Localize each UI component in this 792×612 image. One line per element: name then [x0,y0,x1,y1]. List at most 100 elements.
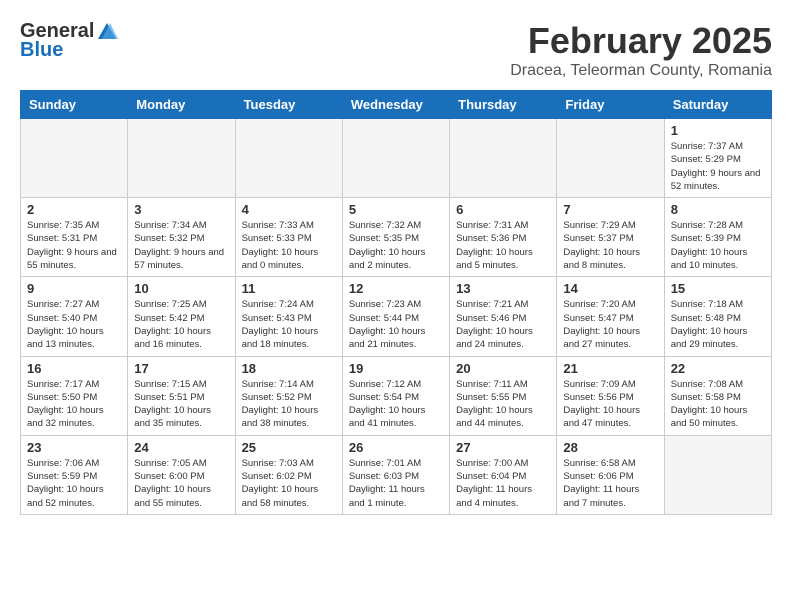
calendar-week-row: 1 Sunrise: 7:37 AM Sunset: 5:29 PM Daylig… [21,119,772,198]
day-info: Sunrise: 7:27 AM Sunset: 5:40 PM Dayligh… [27,298,121,351]
day-number: 22 [671,361,765,376]
day-number: 28 [563,440,657,455]
day-info: Sunrise: 7:15 AM Sunset: 5:51 PM Dayligh… [134,378,228,431]
day-info: Sunrise: 7:12 AM Sunset: 5:54 PM Dayligh… [349,378,443,431]
day-number: 20 [456,361,550,376]
weekday-header-row: Sunday Monday Tuesday Wednesday Thursday… [21,91,772,119]
calendar-day-cell: 19 Sunrise: 7:12 AM Sunset: 5:54 PM Dayli… [342,356,449,435]
header-friday: Friday [557,91,664,119]
header-monday: Monday [128,91,235,119]
calendar-day-cell: 6Sunrise: 7:31 AM Sunset: 5:36 PM Daylig… [450,198,557,277]
day-number: 13 [456,281,550,296]
calendar-day-cell [450,119,557,198]
logo: General Blue [20,20,118,62]
day-info: Sunrise: 7:06 AM Sunset: 5:59 PM Dayligh… [27,457,121,510]
calendar-day-cell: 22 Sunrise: 7:08 AM Sunset: 5:58 PM Dayli… [664,356,771,435]
day-number: 3 [134,202,228,217]
calendar-day-cell: 15 Sunrise: 7:18 AM Sunset: 5:48 PM Dayli… [664,277,771,356]
header-thursday: Thursday [450,91,557,119]
day-info: Sunrise: 7:24 AM Sunset: 5:43 PM Dayligh… [242,298,336,351]
calendar-title: February 2025 [510,20,772,62]
day-number: 23 [27,440,121,455]
day-info: Sunrise: 7:09 AM Sunset: 5:56 PM Dayligh… [563,378,657,431]
calendar-week-row: 23 Sunrise: 7:06 AM Sunset: 5:59 PM Dayli… [21,435,772,514]
day-number: 15 [671,281,765,296]
day-number: 19 [349,361,443,376]
day-info: Sunrise: 7:08 AM Sunset: 5:58 PM Dayligh… [671,378,765,431]
calendar-day-cell: 20 Sunrise: 7:11 AM Sunset: 5:55 PM Dayli… [450,356,557,435]
calendar-day-cell [664,435,771,514]
calendar-day-cell: 23 Sunrise: 7:06 AM Sunset: 5:59 PM Dayli… [21,435,128,514]
calendar-day-cell: 25 Sunrise: 7:03 AM Sunset: 6:02 PM Dayli… [235,435,342,514]
header-saturday: Saturday [664,91,771,119]
calendar-day-cell [235,119,342,198]
day-info: Sunrise: 7:18 AM Sunset: 5:48 PM Dayligh… [671,298,765,351]
calendar-day-cell [342,119,449,198]
day-info: Sunrise: 7:00 AM Sunset: 6:04 PM Dayligh… [456,457,550,510]
calendar-week-row: 2Sunrise: 7:35 AM Sunset: 5:31 PM Daylig… [21,198,772,277]
day-info: Sunrise: 7:20 AM Sunset: 5:47 PM Dayligh… [563,298,657,351]
day-info: Sunrise: 7:29 AM Sunset: 5:37 PM Dayligh… [563,219,657,272]
day-number: 11 [242,281,336,296]
logo-icon [96,21,118,43]
day-info: Sunrise: 7:25 AM Sunset: 5:42 PM Dayligh… [134,298,228,351]
calendar-subtitle: Dracea, Teleorman County, Romania [510,62,772,80]
day-number: 17 [134,361,228,376]
day-info: Sunrise: 7:33 AM Sunset: 5:33 PM Dayligh… [242,219,336,272]
day-info: Sunrise: 7:37 AM Sunset: 5:29 PM Dayligh… [671,140,765,193]
header-sunday: Sunday [21,91,128,119]
calendar-day-cell: 8 Sunrise: 7:28 AM Sunset: 5:39 PM Daylig… [664,198,771,277]
day-info: Sunrise: 7:11 AM Sunset: 5:55 PM Dayligh… [456,378,550,431]
calendar-day-cell: 28 Sunrise: 6:58 AM Sunset: 6:06 PM Dayli… [557,435,664,514]
calendar-day-cell: 14 Sunrise: 7:20 AM Sunset: 5:47 PM Dayli… [557,277,664,356]
calendar-day-cell: 4 Sunrise: 7:33 AM Sunset: 5:33 PM Daylig… [235,198,342,277]
header-tuesday: Tuesday [235,91,342,119]
day-info: Sunrise: 7:14 AM Sunset: 5:52 PM Dayligh… [242,378,336,431]
day-number: 24 [134,440,228,455]
calendar-day-cell: 21Sunrise: 7:09 AM Sunset: 5:56 PM Dayli… [557,356,664,435]
day-number: 4 [242,202,336,217]
calendar-day-cell: 10 Sunrise: 7:25 AM Sunset: 5:42 PM Dayli… [128,277,235,356]
calendar-day-cell: 9 Sunrise: 7:27 AM Sunset: 5:40 PM Daylig… [21,277,128,356]
day-info: Sunrise: 7:23 AM Sunset: 5:44 PM Dayligh… [349,298,443,351]
day-number: 1 [671,123,765,138]
day-number: 8 [671,202,765,217]
day-info: Sunrise: 7:28 AM Sunset: 5:39 PM Dayligh… [671,219,765,272]
calendar-week-row: 9 Sunrise: 7:27 AM Sunset: 5:40 PM Daylig… [21,277,772,356]
calendar-day-cell: 17 Sunrise: 7:15 AM Sunset: 5:51 PM Dayli… [128,356,235,435]
day-number: 27 [456,440,550,455]
day-info: Sunrise: 7:21 AM Sunset: 5:46 PM Dayligh… [456,298,550,351]
day-info: Sunrise: 7:17 AM Sunset: 5:50 PM Dayligh… [27,378,121,431]
calendar-day-cell: 24 Sunrise: 7:05 AM Sunset: 6:00 PM Dayli… [128,435,235,514]
day-number: 10 [134,281,228,296]
day-number: 14 [563,281,657,296]
calendar-day-cell: 3 Sunrise: 7:34 AM Sunset: 5:32 PM Daylig… [128,198,235,277]
calendar-day-cell [128,119,235,198]
header-wednesday: Wednesday [342,91,449,119]
calendar-table: Sunday Monday Tuesday Wednesday Thursday… [20,90,772,515]
calendar-day-cell [557,119,664,198]
day-info: Sunrise: 7:31 AM Sunset: 5:36 PM Dayligh… [456,219,550,272]
day-number: 9 [27,281,121,296]
calendar-day-cell: 13 Sunrise: 7:21 AM Sunset: 5:46 PM Dayli… [450,277,557,356]
day-number: 5 [349,202,443,217]
calendar-day-cell: 27 Sunrise: 7:00 AM Sunset: 6:04 PM Dayli… [450,435,557,514]
day-number: 16 [27,361,121,376]
day-info: Sunrise: 6:58 AM Sunset: 6:06 PM Dayligh… [563,457,657,510]
day-info: Sunrise: 7:03 AM Sunset: 6:02 PM Dayligh… [242,457,336,510]
day-info: Sunrise: 7:05 AM Sunset: 6:00 PM Dayligh… [134,457,228,510]
day-info: Sunrise: 7:34 AM Sunset: 5:32 PM Dayligh… [134,219,228,272]
calendar-day-cell: 1 Sunrise: 7:37 AM Sunset: 5:29 PM Daylig… [664,119,771,198]
day-info: Sunrise: 7:32 AM Sunset: 5:35 PM Dayligh… [349,219,443,272]
day-number: 18 [242,361,336,376]
day-number: 26 [349,440,443,455]
day-number: 12 [349,281,443,296]
day-info: Sunrise: 7:01 AM Sunset: 6:03 PM Dayligh… [349,457,443,510]
title-section: February 2025 Dracea, Teleorman County, … [510,20,772,80]
page-header: General Blue February 2025 Dracea, Teleo… [20,20,772,80]
day-number: 7 [563,202,657,217]
calendar-day-cell: 11 Sunrise: 7:24 AM Sunset: 5:43 PM Dayli… [235,277,342,356]
day-number: 25 [242,440,336,455]
day-number: 2 [27,202,121,217]
calendar-day-cell: 12 Sunrise: 7:23 AM Sunset: 5:44 PM Dayli… [342,277,449,356]
